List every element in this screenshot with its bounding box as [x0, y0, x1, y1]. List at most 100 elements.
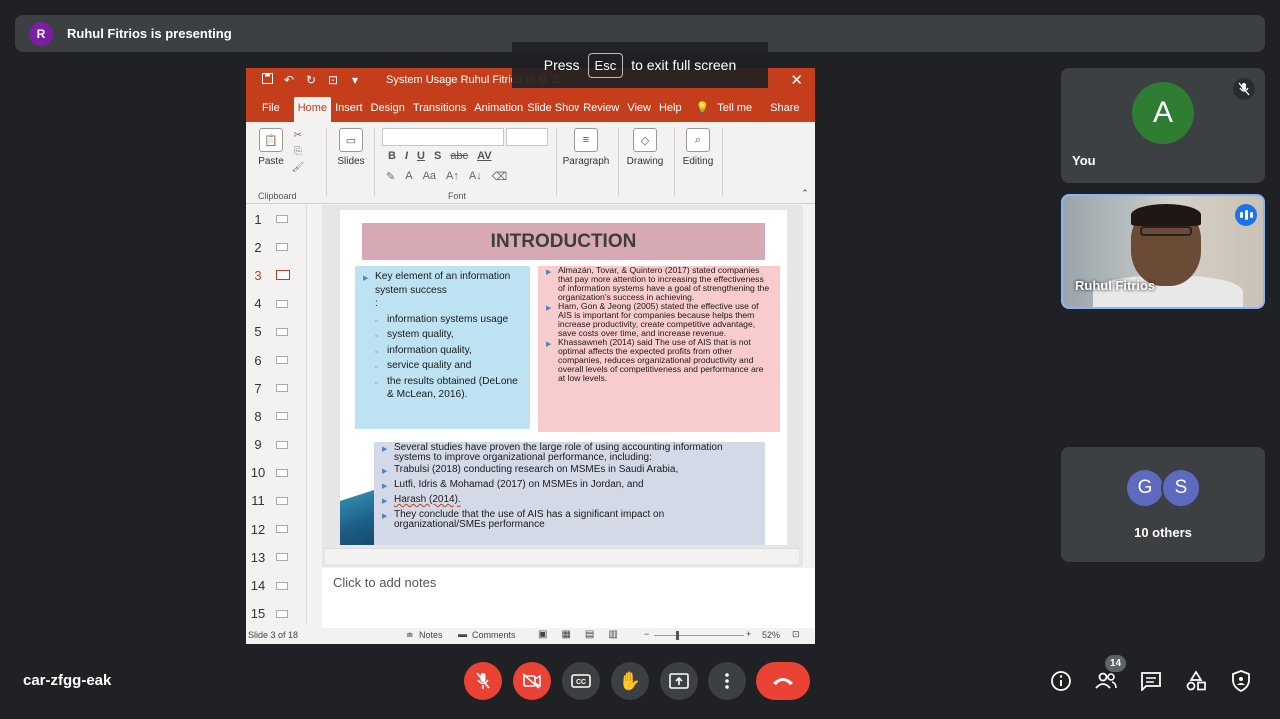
view-buttons[interactable]: ▣▦▤▥ — [538, 629, 632, 640]
font-size-box[interactable] — [506, 128, 548, 146]
others-tile[interactable]: G S 10 others — [1061, 447, 1265, 562]
close-icon[interactable]: ✕ — [790, 71, 803, 89]
shrink-font-icon[interactable]: A↓ — [469, 170, 482, 183]
tab-slide-show[interactable]: Slide Show — [523, 102, 579, 122]
cut-copy-format-icons[interactable]: ✂ ⎘ 🖌 — [290, 128, 306, 176]
notes-toggle-icon[interactable]: ≐ — [406, 630, 414, 641]
slide-thumbnail[interactable]: 8 — [246, 402, 310, 430]
left-box-item: system quality, — [387, 329, 454, 340]
self-avatar: A — [1132, 82, 1194, 144]
comments-icon[interactable]: ▬ — [458, 629, 467, 639]
tab-help[interactable]: Help — [655, 102, 686, 122]
redo-icon[interactable]: ↻ — [300, 73, 322, 87]
slide-thumbnail[interactable]: 12 — [246, 515, 310, 543]
slide-thumbnail-preview — [276, 609, 288, 618]
italic-icon[interactable]: I — [405, 150, 408, 162]
collapse-ribbon-icon[interactable]: ⌃ — [800, 188, 810, 199]
char-spacing-icon[interactable]: AV — [477, 150, 491, 162]
activities-button[interactable] — [1183, 668, 1209, 694]
notes-toggle[interactable]: Notes — [419, 630, 443, 640]
slide-thumbnail[interactable]: 10 — [246, 459, 310, 487]
slide-thumbnail[interactable]: 15 — [246, 600, 310, 628]
save-icon[interactable] — [256, 73, 278, 87]
more-options-button[interactable] — [708, 662, 746, 700]
new-slide-icon: ▭ — [339, 128, 363, 152]
zoom-level[interactable]: 52% — [762, 630, 780, 640]
host-controls-button[interactable] — [1228, 668, 1254, 694]
ribbon-separator — [674, 128, 675, 196]
zoom-slider[interactable] — [654, 635, 744, 636]
mic-toggle-button[interactable] — [464, 662, 502, 700]
comments-toggle[interactable]: Comments — [472, 630, 516, 640]
slide-thumbnail[interactable]: 7 — [246, 374, 310, 402]
slide-thumbnail[interactable]: 3 — [246, 261, 310, 289]
present-now-button[interactable] — [660, 662, 698, 700]
slide-thumbnail[interactable]: 14 — [246, 571, 310, 599]
undo-icon[interactable]: ↶ — [278, 73, 300, 87]
fit-slide-icon[interactable]: ⊡ — [792, 629, 800, 640]
slide-vertical-scrollbar[interactable] — [803, 205, 815, 567]
paste-button[interactable]: 📋 Paste — [258, 128, 284, 167]
bold-icon[interactable]: B — [388, 150, 396, 162]
clipboard-icon: 📋 — [259, 128, 283, 152]
presenter-video-tile[interactable]: Ruhul Fitrios — [1061, 194, 1265, 309]
clear-all-icon[interactable]: ⌫ — [492, 170, 508, 183]
list-item: ▫ service quality and — [375, 359, 524, 375]
tab-review[interactable]: Review — [579, 102, 623, 122]
shadow-icon[interactable]: S — [434, 150, 441, 162]
font-name-box[interactable] — [382, 128, 504, 146]
change-case-icon[interactable]: Aa — [423, 170, 436, 183]
tab-home[interactable]: Home — [293, 97, 332, 122]
slides-button[interactable]: ▭ Slides — [334, 128, 368, 167]
present-icon[interactable]: ⊡ — [322, 73, 344, 87]
slide-thumbnail[interactable]: 4 — [246, 290, 310, 318]
meeting-details-button[interactable] — [1048, 668, 1074, 694]
clear-format-icon[interactable]: ✎ — [386, 170, 395, 183]
slide-thumbnail-number: 5 — [254, 324, 262, 340]
zoom-thumb[interactable] — [676, 631, 679, 640]
drawing-button[interactable]: ◇ Drawing — [622, 128, 668, 167]
tab-animations[interactable]: Animations — [470, 102, 523, 122]
tab-transitions[interactable]: Transitions — [409, 102, 470, 122]
underline-icon[interactable]: U — [417, 150, 425, 162]
slide-thumbnail[interactable]: 13 — [246, 543, 310, 571]
self-tile[interactable]: A You — [1061, 68, 1265, 183]
thumbnails-scrollbar[interactable] — [306, 205, 319, 625]
zoom-in-icon[interactable]: + — [746, 629, 751, 639]
list-item: ▫ the results obtained (DeLone & McLean, … — [375, 375, 524, 402]
slide-thumbnail[interactable]: 9 — [246, 431, 310, 459]
other-avatar: S — [1161, 468, 1201, 508]
list-item: ▶ Trabulsi (2018) conducting research on … — [382, 464, 679, 476]
list-item: ▫ information systems usage — [375, 313, 524, 329]
mic-off-icon — [1233, 78, 1255, 100]
slide-thumbnail[interactable]: 1 — [246, 205, 310, 233]
leave-call-button[interactable] — [756, 662, 810, 700]
captions-button[interactable]: CC — [562, 662, 600, 700]
editing-button[interactable]: ⌕ Editing — [678, 128, 718, 167]
tab-insert[interactable]: Insert — [331, 102, 367, 122]
slide-thumbnail[interactable]: 2 — [246, 233, 310, 261]
slide-thumbnail[interactable]: 5 — [246, 318, 310, 346]
chat-button[interactable] — [1138, 668, 1164, 694]
slide-thumbnail[interactable]: 6 — [246, 346, 310, 374]
tab-file[interactable]: File — [258, 102, 284, 122]
tab-view[interactable]: View — [623, 102, 655, 122]
right-box-item: Ham, Gon & Jeong (2005) stated the effec… — [558, 301, 759, 338]
raise-hand-button[interactable]: ✋ — [611, 662, 649, 700]
camera-toggle-button[interactable] — [513, 662, 551, 700]
zoom-out-icon[interactable]: − — [644, 629, 649, 639]
strikethrough-icon[interactable]: abc — [450, 150, 468, 162]
paragraph-button[interactable]: ≡ Paragraph — [558, 128, 614, 167]
tab-design[interactable]: Design — [367, 102, 409, 122]
grow-font-icon[interactable]: A↑ — [446, 170, 459, 183]
notes-pane[interactable]: Click to add notes — [322, 568, 815, 628]
people-button[interactable] — [1093, 668, 1119, 694]
slide-horizontal-scrollbar[interactable] — [325, 548, 799, 564]
customize-qa-icon[interactable]: ▾ — [344, 73, 366, 87]
share-button[interactable]: Share — [766, 102, 803, 122]
current-slide[interactable]: INTRODUCTION ▶ Key element of an informat… — [340, 210, 787, 545]
font-color-icon[interactable]: A — [405, 170, 412, 183]
present-screen-icon — [669, 673, 689, 689]
tell-me-search[interactable]: Tell me — [713, 102, 756, 122]
slide-thumbnail[interactable]: 11 — [246, 487, 310, 515]
